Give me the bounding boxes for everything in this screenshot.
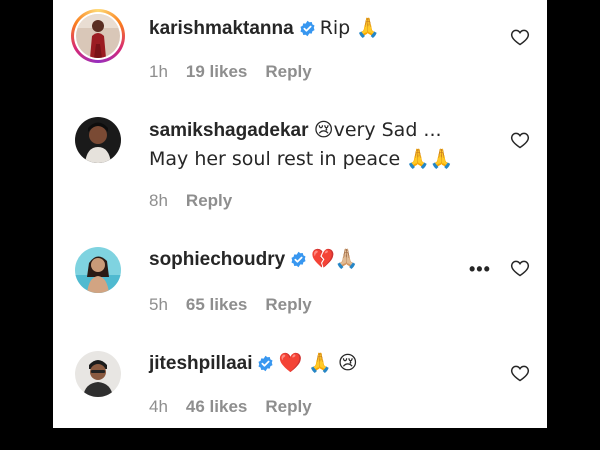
avatar[interactable]: [71, 9, 125, 63]
heart-outline-icon[interactable]: [510, 130, 530, 150]
verified-badge-icon: [299, 18, 316, 46]
comment-text: samikshagadekar 😢very Sad ... May her so…: [149, 116, 489, 174]
avatar[interactable]: [75, 117, 121, 163]
reply-button[interactable]: Reply: [265, 62, 311, 81]
reply-button[interactable]: Reply: [265, 397, 311, 416]
comment-body: 😢very Sad ...: [313, 119, 442, 141]
comment-text: jiteshpillaai ❤️ 🙏 😢: [149, 349, 489, 381]
avatar-photo: [76, 14, 120, 58]
comment-meta: 4h 46 likes Reply: [149, 397, 330, 417]
heart-outline-icon[interactable]: [510, 27, 530, 47]
comment-meta: 5h 65 likes Reply: [149, 295, 330, 315]
comment-time: 1h: [149, 62, 168, 81]
comment-body-line2: May her soul rest in peace 🙏🙏: [149, 148, 454, 170]
comment-time: 4h: [149, 397, 168, 416]
more-options-icon[interactable]: •••: [469, 259, 491, 280]
username[interactable]: samikshagadekar: [149, 120, 309, 141]
comment-time: 5h: [149, 295, 168, 314]
reply-button[interactable]: Reply: [186, 191, 232, 210]
comment-body: Rip 🙏: [319, 17, 380, 39]
heart-outline-icon[interactable]: [510, 258, 530, 278]
comment-text: karishmaktanna Rip 🙏: [149, 14, 489, 46]
comment-meta: 1h 19 likes Reply: [149, 62, 330, 82]
avatar[interactable]: [75, 247, 121, 293]
heart-outline-icon[interactable]: [510, 363, 530, 383]
username[interactable]: karishmaktanna: [149, 18, 294, 39]
comments-panel: karishmaktanna Rip 🙏 1h 19 likes Reply sami…: [53, 0, 547, 428]
avatar[interactable]: [75, 351, 121, 397]
comment-time: 8h: [149, 191, 168, 210]
username[interactable]: jiteshpillaai: [149, 353, 252, 374]
likes-count[interactable]: 46 likes: [186, 397, 247, 416]
comment-body: 💔🙏🏼: [311, 248, 359, 270]
likes-count[interactable]: 19 likes: [186, 62, 247, 81]
comment-body: ❤️ 🙏 😢: [278, 352, 358, 374]
comment-text: sophiechoudry 💔🙏🏼: [149, 245, 489, 277]
verified-badge-icon: [257, 353, 274, 381]
username[interactable]: sophiechoudry: [149, 249, 285, 270]
likes-count[interactable]: 65 likes: [186, 295, 247, 314]
comment-meta: 8h Reply: [149, 191, 250, 211]
reply-button[interactable]: Reply: [265, 295, 311, 314]
verified-badge-icon: [290, 249, 307, 277]
